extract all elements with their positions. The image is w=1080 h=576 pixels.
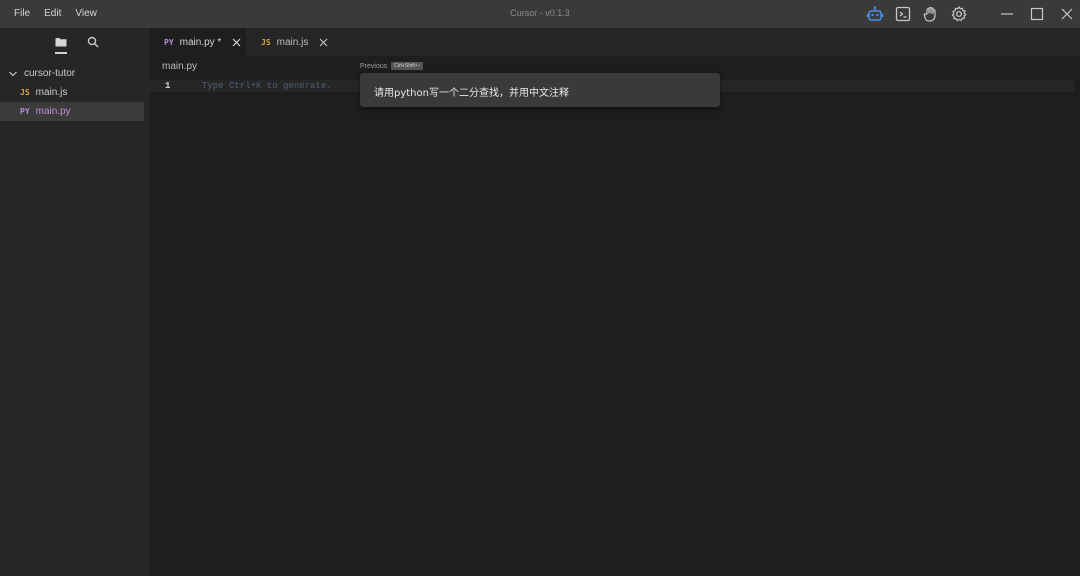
tab-label: main.py *	[179, 36, 222, 48]
previous-label: Previous	[360, 62, 388, 70]
search-icon[interactable]	[86, 35, 100, 49]
close-icon[interactable]	[1058, 5, 1076, 23]
file-tree: cursor-tutor JS main.js PY main.py	[0, 64, 150, 121]
maximize-icon[interactable]	[1028, 5, 1046, 23]
sidebar: cursor-tutor JS main.js PY main.py	[0, 28, 150, 576]
toolbar-icons	[866, 5, 968, 23]
active-tab-indicator	[55, 52, 67, 54]
gear-icon[interactable]	[950, 5, 968, 23]
close-icon[interactable]	[319, 38, 328, 47]
line-number: 1	[165, 81, 171, 91]
py-file-icon: PY	[164, 37, 174, 47]
folder-icon[interactable]	[54, 35, 68, 49]
shortcut-badge: Ctrl+Shift+↑	[391, 62, 424, 70]
js-file-icon: JS	[20, 88, 30, 97]
minimize-icon[interactable]	[998, 5, 1016, 23]
editor-placeholder[interactable]: Type Ctrl+K to generate.	[202, 81, 332, 91]
prompt-box[interactable]: 请用python写一个二分查找，并用中文注释	[360, 73, 720, 107]
breadcrumb[interactable]: main.py	[162, 61, 197, 72]
robot-icon[interactable]	[866, 5, 884, 23]
title-bar: File Edit View Cursor - v0.1.3	[0, 0, 1080, 28]
folder-label: cursor-tutor	[24, 68, 76, 79]
editor-tabs: PY main.py * JS main.js	[150, 28, 1080, 56]
py-file-icon: PY	[20, 107, 30, 116]
tab-main-py[interactable]: PY main.py *	[150, 28, 246, 56]
file-label: main.py	[35, 106, 71, 117]
file-item-main-py[interactable]: PY main.py	[0, 102, 144, 121]
folder-row[interactable]: cursor-tutor	[0, 64, 150, 83]
terminal-icon[interactable]	[894, 5, 912, 23]
close-icon[interactable]	[232, 38, 241, 47]
prompt-input[interactable]: 请用python写一个二分查找，并用中文注释	[374, 84, 569, 99]
chevron-down-icon	[8, 69, 18, 79]
file-label: main.js	[35, 87, 68, 98]
hand-icon[interactable]	[922, 5, 940, 23]
tab-main-js[interactable]: JS main.js	[247, 28, 333, 56]
js-file-icon: JS	[261, 37, 271, 47]
tab-label: main.js	[276, 36, 309, 48]
file-item-main-js[interactable]: JS main.js	[0, 83, 150, 102]
previous-prompt[interactable]: Previous Ctrl+Shift+↑	[360, 62, 424, 70]
window-controls	[998, 5, 1076, 23]
sidebar-tabs	[54, 35, 100, 49]
